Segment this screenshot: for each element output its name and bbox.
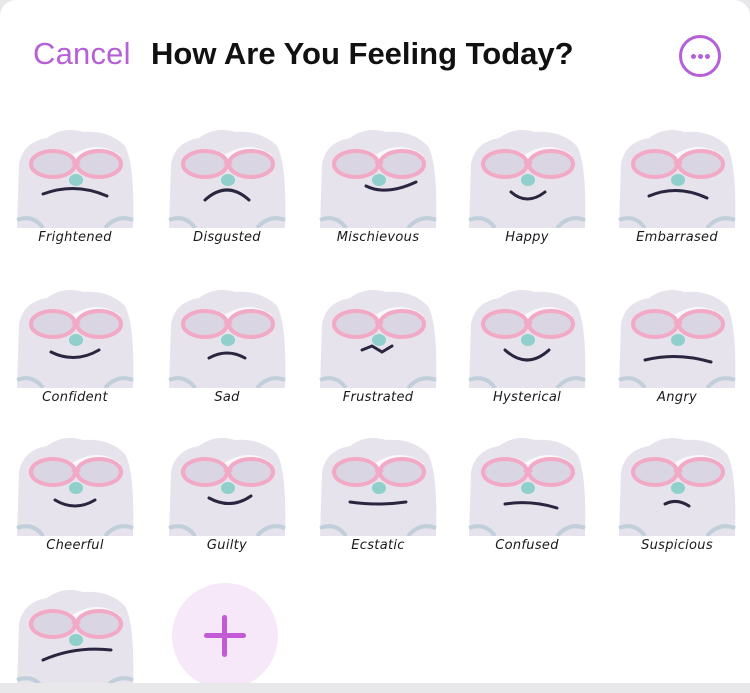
emotion-label: Mischievous — [336, 230, 420, 245]
creature-face-image — [16, 290, 134, 388]
add-emotion-button[interactable] — [172, 583, 278, 683]
emotion-label: Suspicious — [641, 538, 713, 553]
creature-face-image — [16, 438, 134, 536]
emotion-label: Angry — [657, 390, 697, 405]
emotion-label: Frightened — [38, 230, 112, 245]
emotion-tile[interactable]: Confused — [465, 432, 589, 556]
emotion-tile[interactable]: Embarrased — [615, 124, 739, 248]
creature-face-image — [618, 130, 736, 228]
emotion-tile[interactable]: Guilty — [165, 432, 289, 556]
emotion-label: Ecstatic — [351, 538, 405, 553]
emotion-tile[interactable]: Angry — [615, 284, 739, 408]
creature-face-image — [16, 130, 134, 228]
creature-face-image — [168, 290, 286, 388]
emotion-label: Cheerful — [46, 538, 104, 553]
creature-face-image — [468, 290, 586, 388]
emotion-label: Hysterical — [492, 390, 562, 405]
emotion-tile[interactable]: Confident — [13, 284, 137, 408]
creature-face-image — [468, 130, 586, 228]
emotion-tile[interactable]: Ecstatic — [316, 432, 440, 556]
emotion-picker-sheet: Cancel How Are You Feeling Today? Fright… — [0, 0, 750, 683]
emotion-tile[interactable]: Hysterical — [465, 284, 589, 408]
emotion-tile[interactable]: Suspicious — [615, 432, 739, 556]
creature-face-image — [468, 438, 586, 536]
emotion-label: Happy — [505, 230, 549, 245]
emotion-label: Disgusted — [193, 230, 261, 245]
creature-face-image — [618, 290, 736, 388]
emotion-label: Embarrased — [636, 230, 718, 245]
emotion-label: Sad — [214, 390, 240, 405]
emotion-label: Frustrated — [342, 390, 414, 405]
emotion-tile[interactable]: Sad — [165, 284, 289, 408]
bottom-edge — [0, 683, 750, 693]
emotion-label: Confused — [495, 538, 559, 553]
emotion-tile[interactable]: Mischievous — [316, 124, 440, 248]
emotion-tile[interactable]: Happy — [465, 124, 589, 248]
emotion-label: Guilty — [206, 538, 248, 553]
creature-face-image — [319, 290, 437, 388]
emotion-tile[interactable]: Cheerful — [13, 432, 137, 556]
creature-face-image — [168, 438, 286, 536]
creature-face-image — [16, 590, 134, 683]
emotion-tile[interactable] — [13, 584, 137, 683]
emotion-grid: Frightened Disgusted Mischievous Happy Embar… — [0, 0, 750, 683]
emotion-tile[interactable]: Frightened — [13, 124, 137, 248]
creature-face-image — [319, 130, 437, 228]
emotion-tile[interactable]: Frustrated — [316, 284, 440, 408]
creature-face-image — [319, 438, 437, 536]
emotion-label: Confident — [42, 390, 108, 405]
creature-face-image — [618, 438, 736, 536]
emotion-tile[interactable]: Disgusted — [165, 124, 289, 248]
creature-face-image — [168, 130, 286, 228]
